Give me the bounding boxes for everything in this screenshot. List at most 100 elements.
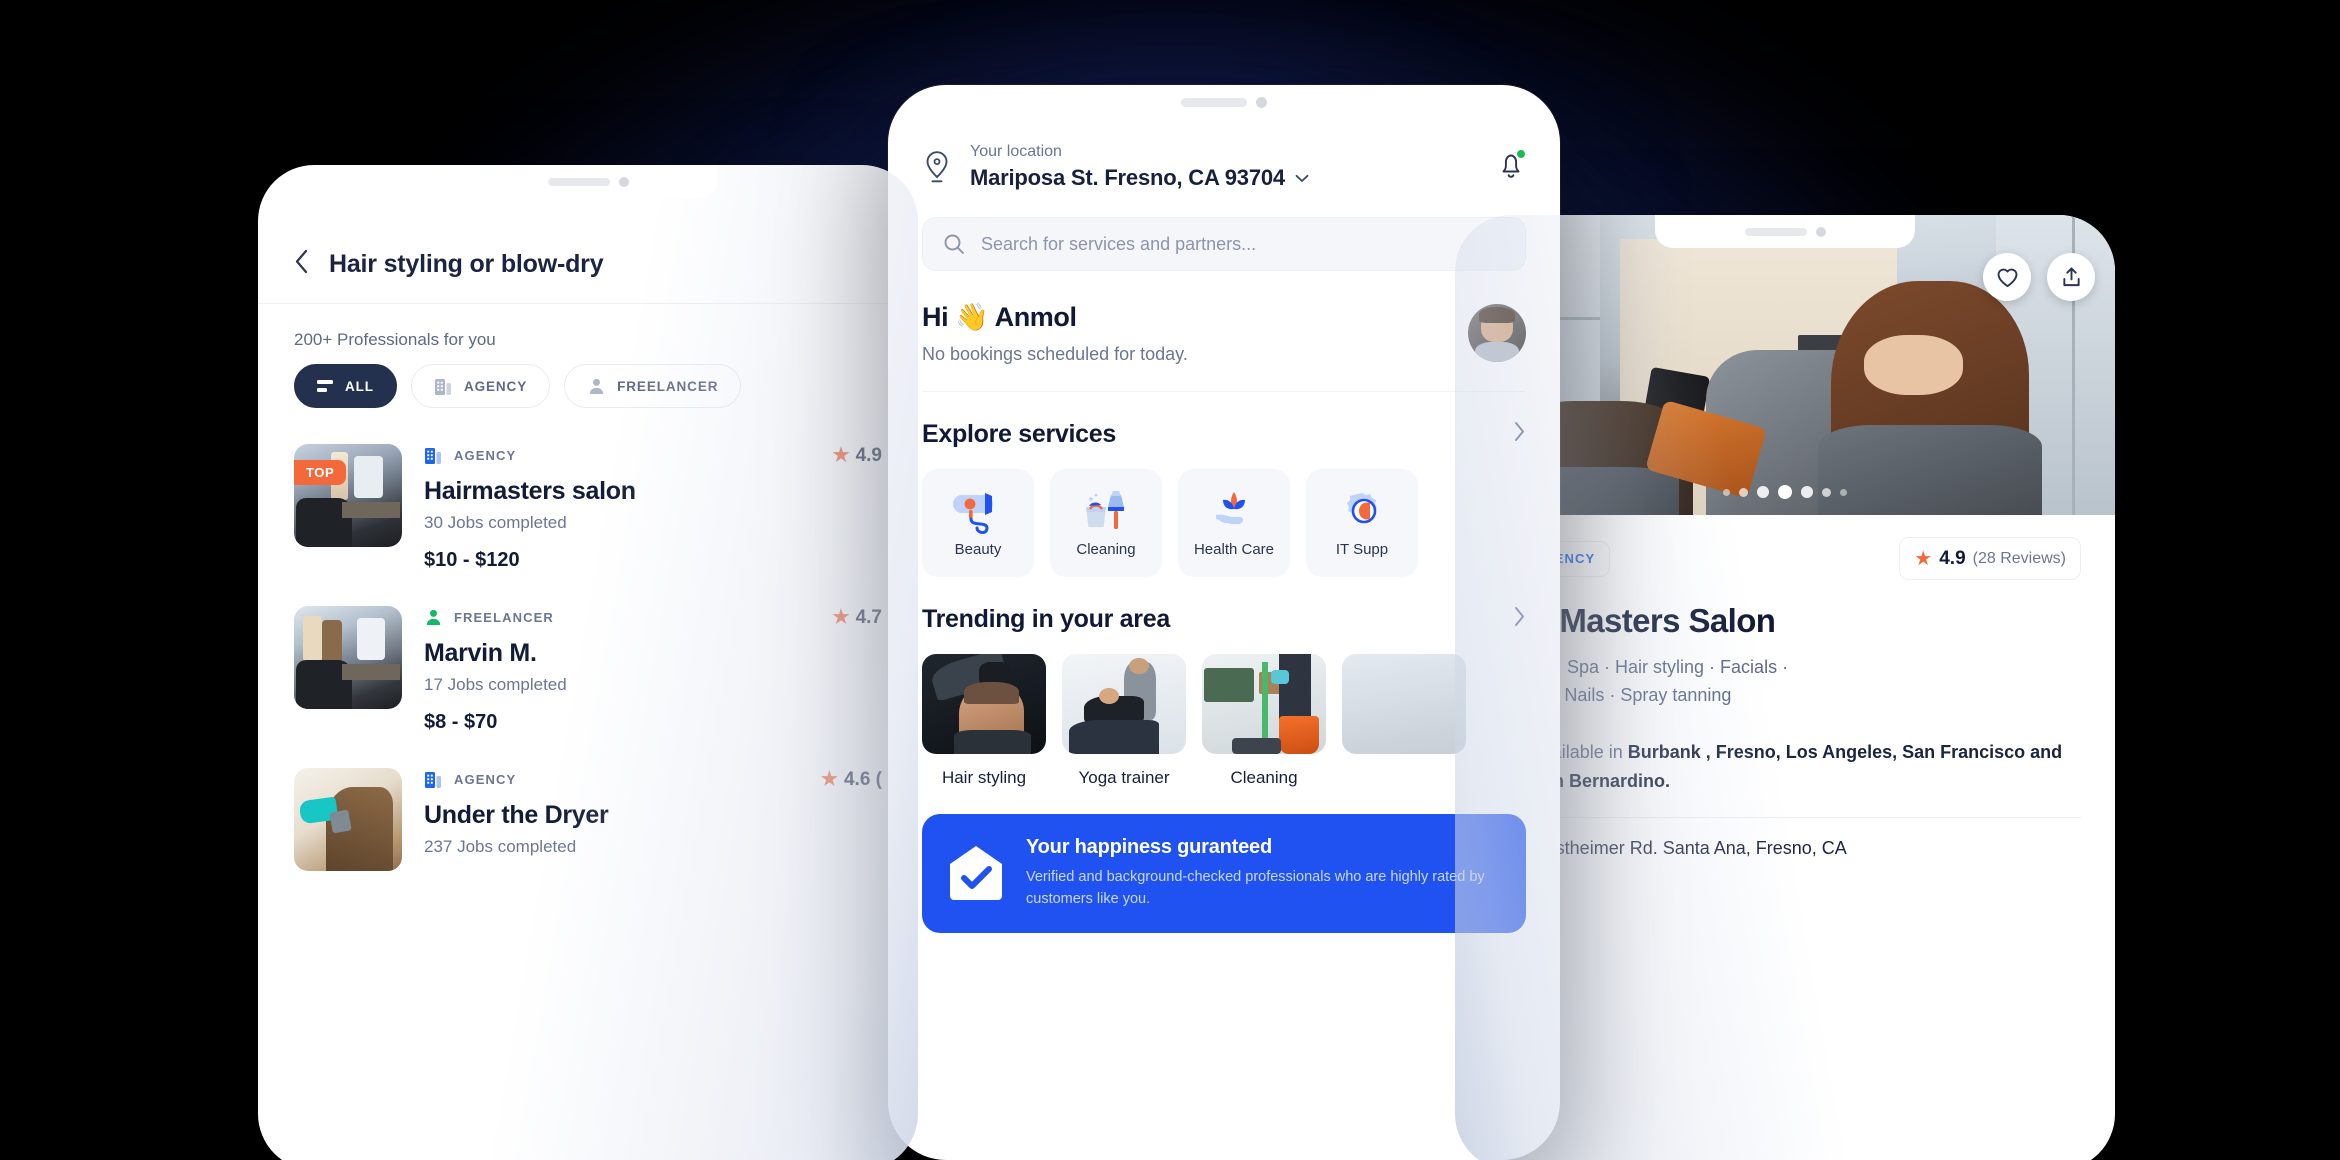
carousel-dot[interactable] — [1822, 487, 1831, 497]
availability-text: Available in Burbank , Fresno, Los Angel… — [1531, 738, 2081, 796]
chevron-right-icon — [1515, 606, 1524, 626]
trending-carousel[interactable]: Hair styling Yoga trainer Cleaning — [922, 654, 1526, 788]
service-label: Health Care — [1193, 540, 1275, 558]
building-icon — [434, 378, 451, 395]
salon-name: Hair Masters Salon — [1489, 602, 1776, 639]
happiness-guarantee-banner[interactable]: Your happiness guranteed Verified and ba… — [922, 814, 1526, 933]
person-icon — [426, 609, 441, 625]
share-upload-icon — [2062, 267, 2080, 287]
service-card-beauty[interactable]: Beauty — [922, 469, 1034, 577]
notch-speaker-bar — [1744, 227, 1807, 236]
list-item[interactable]: FREELANCER ★ 4.7 Marvin M. 17 Jobs compl… — [294, 592, 882, 754]
explore-title: Explore services — [922, 420, 1116, 448]
results-count: 200+ Professionals for you — [294, 330, 496, 349]
rating: ★ 4.9 — [833, 444, 882, 467]
verified-home-check-icon — [950, 846, 1002, 901]
carousel-dot[interactable] — [1840, 488, 1847, 496]
carousel-dot[interactable] — [1739, 487, 1748, 497]
list-item-meta: FREELANCER ★ 4.7 Marvin M. 17 Jobs compl… — [424, 606, 882, 734]
location-value-row: Mariposa St. Fresno, CA 93704 — [970, 165, 1309, 191]
trending-see-all-button[interactable] — [1513, 606, 1526, 634]
left-phone-screen: Hair styling or blow-dry 200+ Profession… — [258, 165, 918, 1160]
service-card-cleaning[interactable]: Cleaning — [1050, 469, 1162, 577]
thumbnail: TOP — [294, 444, 402, 547]
notification-button[interactable] — [1496, 147, 1527, 186]
rating-value: 4.9 — [1939, 547, 1966, 569]
trending-card-next[interactable] — [1342, 654, 1466, 788]
price-range: $10 - $120 — [424, 549, 520, 571]
provider-name: Marvin M. — [424, 639, 537, 667]
top-badge: TOP — [294, 460, 347, 485]
trending-label: Hair styling — [941, 768, 1027, 787]
trending-card-yoga-trainer[interactable]: Yoga trainer — [1062, 654, 1186, 788]
jobs-completed: 237 Jobs completed — [424, 837, 577, 856]
favorite-button[interactable] — [1983, 253, 2031, 301]
list-item[interactable]: TOP AGENCY ★ 4.9 Hairmasters salon 30 Jo… — [294, 430, 882, 592]
explore-see-all-button[interactable] — [1513, 421, 1526, 449]
carousel-dot-active[interactable] — [1778, 485, 1792, 499]
back-button[interactable] — [294, 249, 309, 279]
jobs-completed: 17 Jobs completed — [424, 675, 567, 694]
trending-card-cleaning[interactable]: Cleaning — [1202, 654, 1326, 788]
services-list: Hair cut · Spa · Hair styling · Facials … — [1489, 654, 2081, 710]
filter-chip-freelancer[interactable]: FREELANCER — [564, 364, 742, 408]
provider-name: Under the Dryer — [424, 801, 609, 829]
greeting-subtitle: No bookings scheduled for today. — [922, 344, 1188, 364]
notification-dot — [1515, 147, 1527, 160]
promo-text: Your happiness guranteed Verified and ba… — [1026, 836, 1502, 911]
page-title: Hair styling or blow-dry — [329, 249, 604, 278]
detail-divider — [1489, 817, 2081, 819]
price-range: $8 - $70 — [424, 711, 498, 733]
location-text: Your location Mariposa St. Fresno, CA 93… — [970, 143, 1309, 191]
rating-value: 4.7 — [855, 606, 882, 628]
filter-chip-label: FREELANCER — [617, 378, 719, 394]
filter-chip-agency[interactable]: AGENCY — [410, 364, 551, 408]
trending-section-header: Trending in your area — [922, 605, 1526, 634]
star-icon: ★ — [832, 445, 850, 466]
list-item-meta: AGENCY ★ 4.6 ( Under the Dryer 237 Jobs … — [424, 768, 882, 871]
trending-card-hair-styling[interactable]: Hair styling — [922, 654, 1046, 788]
explore-section-header: Explore services — [922, 420, 1526, 449]
star-icon: ★ — [1914, 548, 1933, 570]
greeting-row: Hi 👋 Anmol No bookings scheduled for tod… — [922, 301, 1526, 365]
chevron-down-icon — [1295, 174, 1309, 182]
avatar[interactable] — [1468, 304, 1526, 362]
address-row[interactable]: Westheimer Rd. Santa Ana, Fresno, CA — [1489, 836, 2081, 860]
carousel-dot[interactable] — [1801, 486, 1813, 498]
carousel-dot[interactable] — [1757, 486, 1769, 498]
phone-notch — [1090, 85, 1358, 120]
rating-value: 4.9 — [855, 444, 882, 466]
filter-chip-label: AGENCY — [463, 378, 528, 394]
review-count: (28 Reviews) — [1972, 549, 2066, 567]
explore-services-carousel[interactable]: Beauty Cleaning Health Care IT Supp — [922, 469, 1526, 577]
trending-thumbnail — [1202, 654, 1326, 754]
left-phone-mockup: Hair styling or blow-dry 200+ Profession… — [258, 165, 918, 1160]
rating-value: 4.6 ( — [843, 768, 882, 790]
filter-chip-label: ALL — [345, 378, 374, 394]
filter-chip-group: ALL AGENCY FREELANCER — [294, 364, 882, 430]
carousel-dot[interactable] — [1723, 488, 1730, 496]
rating-badge[interactable]: ★ 4.9 (28 Reviews) — [1899, 537, 2081, 580]
heart-icon — [1997, 268, 2017, 287]
hairdryer-icon — [953, 492, 993, 534]
location-label: Your location — [970, 143, 1062, 160]
availability-row: Available in Burbank , Fresno, Los Angel… — [1489, 738, 2081, 796]
location-pin-icon — [926, 151, 948, 183]
rating: ★ 4.7 — [833, 606, 882, 629]
filter-icon — [317, 379, 333, 392]
greeting-text: Hi 👋 Anmol No bookings scheduled for tod… — [922, 301, 1188, 365]
detail-top-row: AGENCY ★ 4.9 (28 Reviews) — [1489, 537, 2081, 580]
building-icon — [425, 448, 441, 464]
search-input[interactable]: Search for services and partners... — [922, 217, 1526, 271]
screenshot-stage: Hair styling or blow-dry 200+ Profession… — [0, 0, 2340, 1160]
provider-name: Hairmasters salon — [424, 477, 636, 505]
share-button[interactable] — [2047, 253, 2095, 301]
notch-camera-dot — [1256, 97, 1267, 108]
list-item[interactable]: AGENCY ★ 4.6 ( Under the Dryer 237 Jobs … — [294, 754, 882, 891]
building-icon — [425, 772, 441, 788]
star-icon: ★ — [820, 769, 838, 790]
service-card-health-care[interactable]: Health Care — [1178, 469, 1290, 577]
carousel-dots[interactable] — [1723, 485, 1847, 499]
service-card-it-support[interactable]: IT Supp — [1306, 469, 1418, 577]
filter-chip-all[interactable]: ALL — [294, 364, 397, 408]
